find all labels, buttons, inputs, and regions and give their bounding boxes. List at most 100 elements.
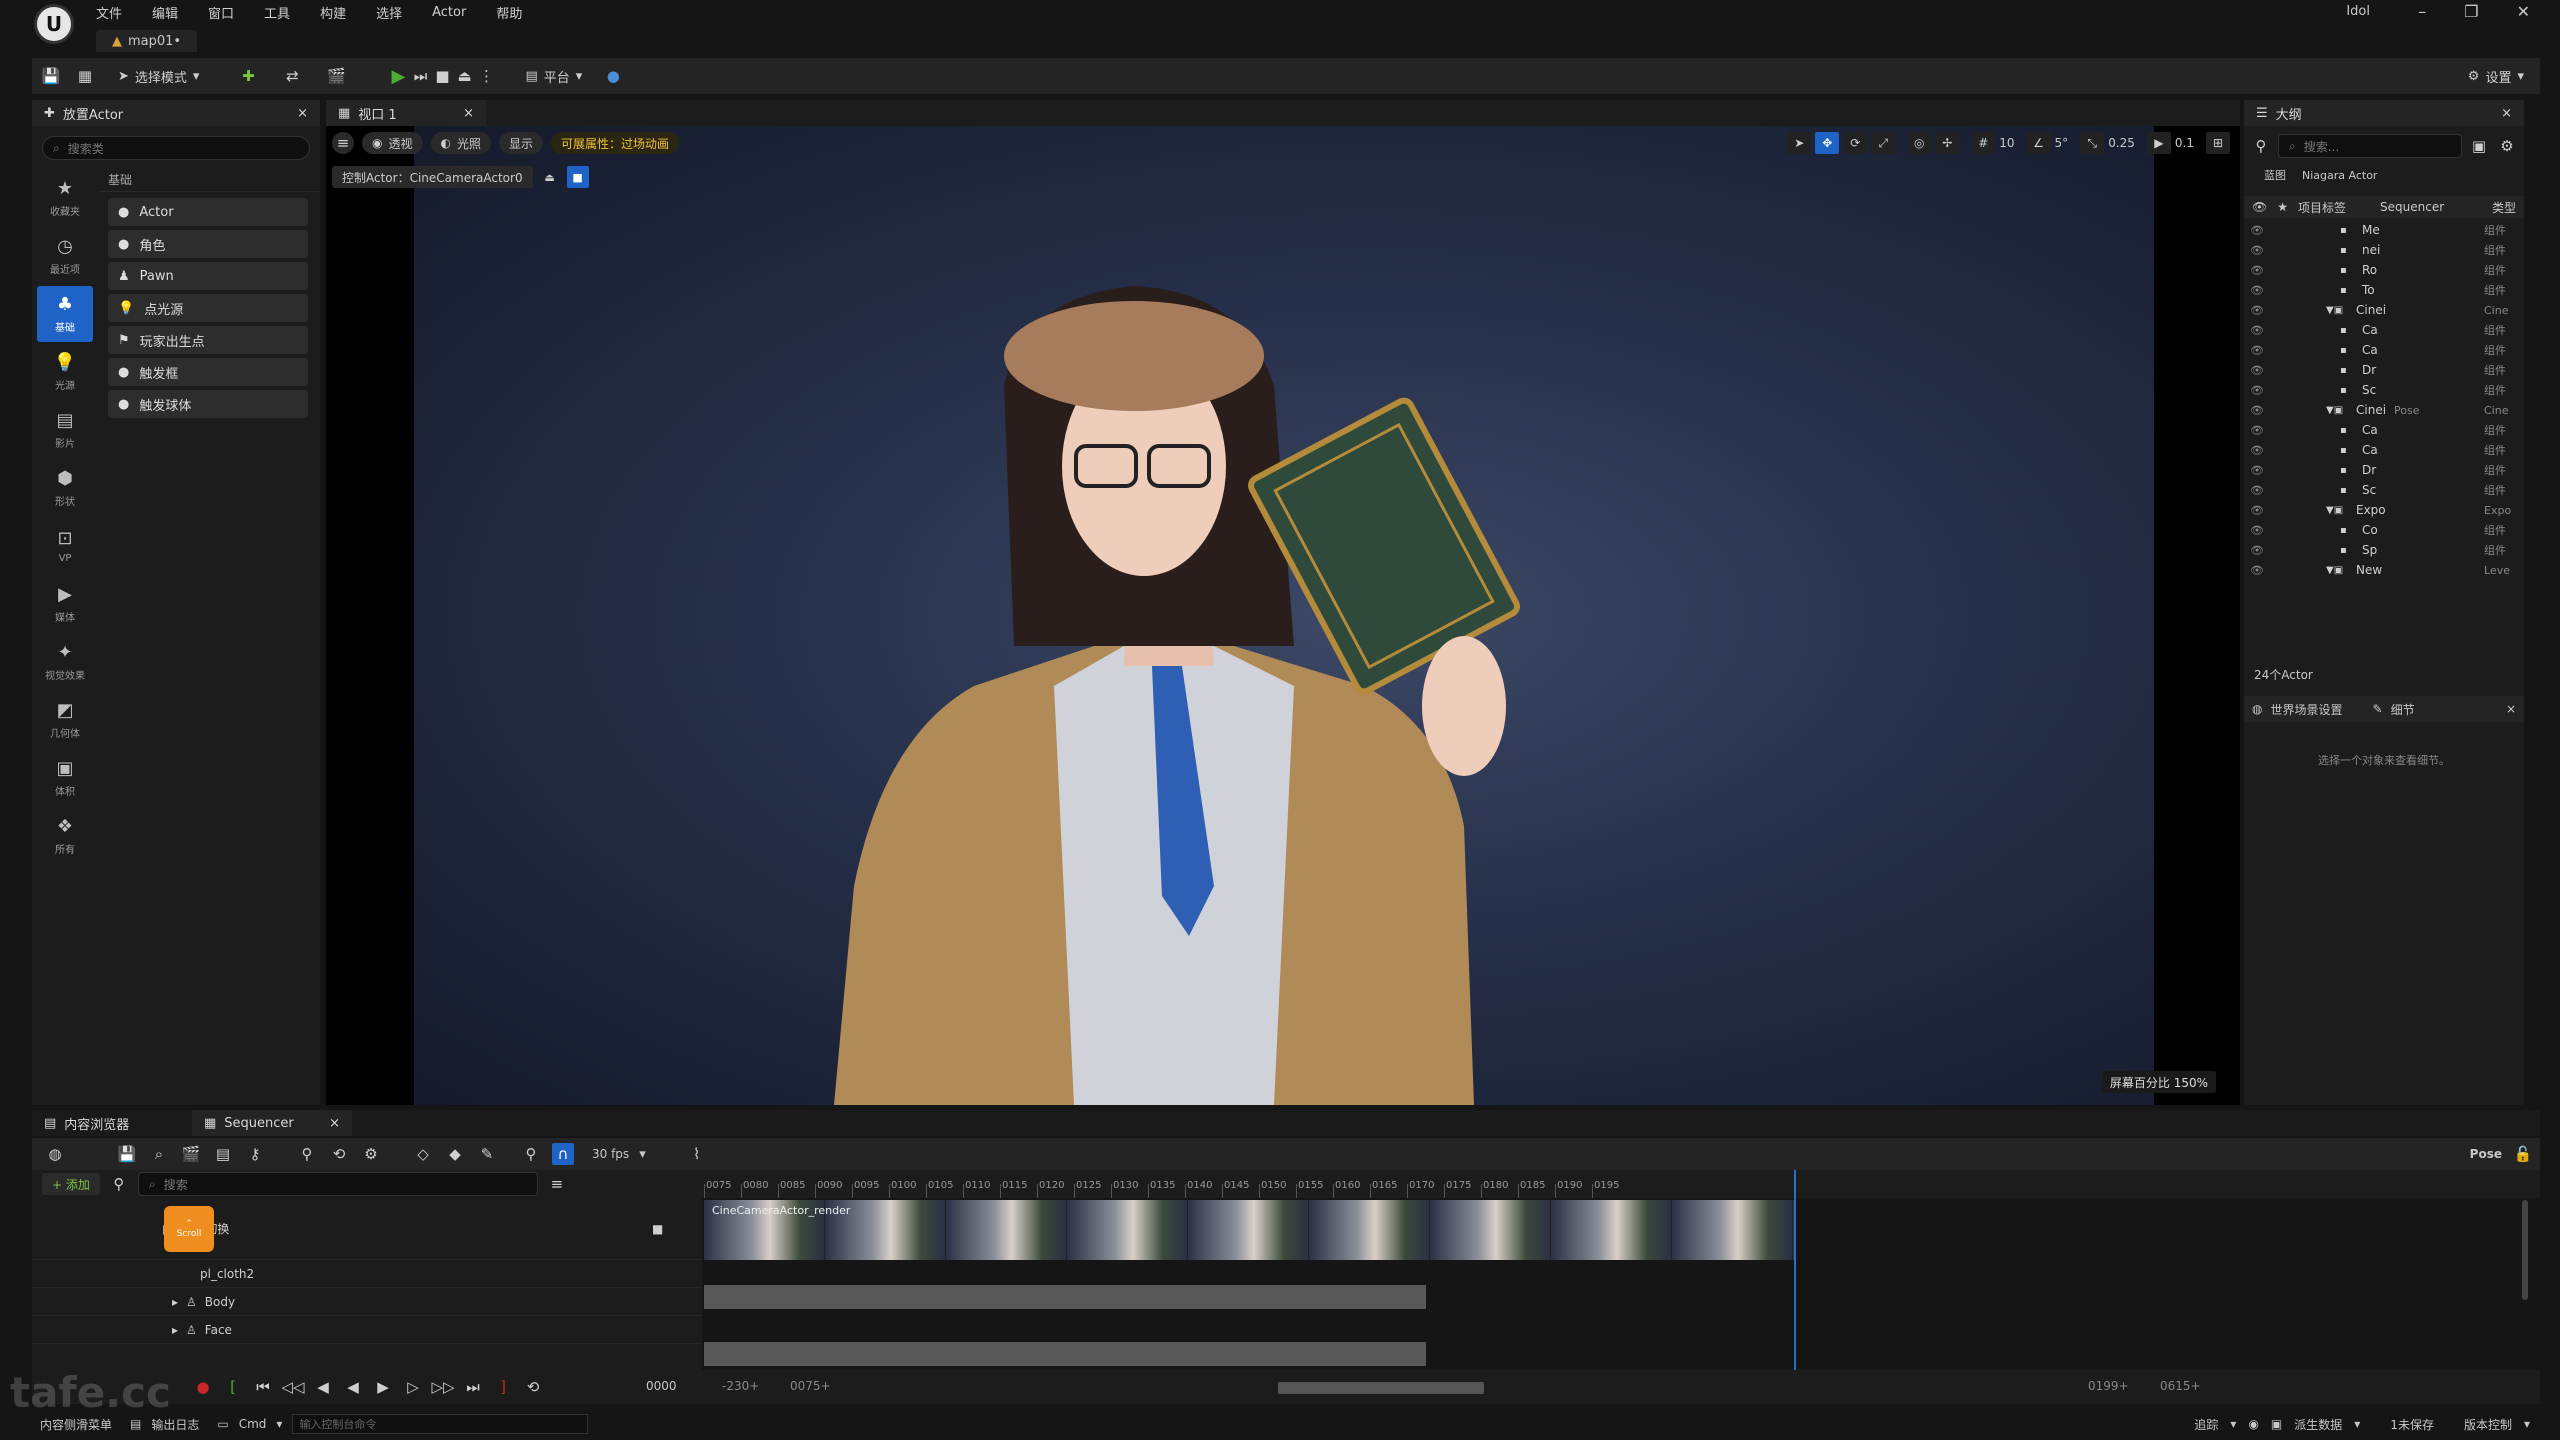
show-button[interactable]: 显示 bbox=[499, 132, 544, 154]
find-icon[interactable]: ⌕ bbox=[148, 1143, 170, 1165]
scale-snap-icon[interactable]: ⤡ bbox=[2080, 132, 2105, 154]
close-icon[interactable]: × bbox=[463, 106, 474, 121]
eye-icon[interactable]: 👁 bbox=[2250, 544, 2264, 557]
cmd-dropdown[interactable]: Cmd bbox=[239, 1417, 267, 1431]
scroll-badge[interactable]: ⌃ Scroll bbox=[164, 1206, 214, 1252]
save-icon[interactable]: 💾 bbox=[40, 65, 62, 87]
platform-button[interactable]: ▤ 平台 ▾ bbox=[517, 62, 590, 90]
viewport-tab[interactable]: ▦ 视口 1 × bbox=[326, 100, 486, 126]
filter-icon[interactable]: ⚲ bbox=[2250, 135, 2272, 157]
sequencer-tab[interactable]: ▦ Sequencer × bbox=[192, 1110, 352, 1136]
subtab-blueprint[interactable]: 蓝图 bbox=[2264, 167, 2286, 183]
actor-item[interactable]: ● 触发球体 bbox=[108, 390, 308, 418]
diamond-icon[interactable]: ◆ bbox=[444, 1143, 466, 1165]
vertical-scrollbar[interactable] bbox=[2522, 1200, 2528, 1300]
subtab-niagara[interactable]: Niagara Actor bbox=[2302, 169, 2377, 182]
place-actors-tab[interactable]: ✚ 放置Actor × bbox=[32, 100, 320, 126]
eye-icon[interactable]: 👁 bbox=[2250, 264, 2264, 277]
derived-data-button[interactable]: 派生数据 bbox=[2294, 1416, 2342, 1433]
close-icon[interactable]: × bbox=[297, 106, 308, 121]
source-control-button[interactable]: 版本控制 bbox=[2464, 1416, 2512, 1433]
category-shapes[interactable]: ⬢ 形状 bbox=[37, 460, 93, 516]
layout-icon[interactable]: ⊞ bbox=[2206, 132, 2230, 154]
outliner-row[interactable]: 👁 ▪ Me 组件 bbox=[2244, 220, 2524, 240]
class-search-input[interactable]: ⌕ 搜索类 bbox=[42, 136, 310, 160]
chevron-right-icon[interactable]: ▸ bbox=[172, 1295, 178, 1309]
actor-item[interactable]: ♟ Pawn bbox=[108, 262, 308, 290]
eye-icon[interactable]: 👁 bbox=[2250, 444, 2264, 457]
category-recent[interactable]: ◷ 最近项 bbox=[37, 228, 93, 284]
grid-snap-icon[interactable]: # bbox=[1971, 132, 1996, 154]
step-back-button[interactable]: ◀ bbox=[312, 1376, 334, 1398]
category-volumes[interactable]: ▣ 体积 bbox=[37, 750, 93, 806]
close-icon[interactable]: × bbox=[2506, 702, 2516, 716]
actor-item[interactable]: ⚑ 玩家出生点 bbox=[108, 326, 308, 354]
rotation-snap-value[interactable]: 5° bbox=[2055, 136, 2069, 150]
perspective-button[interactable]: ◉ 透视 bbox=[362, 132, 423, 154]
globe-icon[interactable]: ● bbox=[602, 65, 624, 87]
view-range-end[interactable]: 0615+ bbox=[2160, 1379, 2201, 1393]
outliner-row[interactable]: 👁 ▪ Dr 组件 bbox=[2244, 360, 2524, 380]
outliner-row[interactable]: 👁 ▪ nei 组件 bbox=[2244, 240, 2524, 260]
minimize-button[interactable]: – bbox=[2418, 2, 2426, 21]
more-icon[interactable]: ⋮ bbox=[475, 65, 497, 87]
grid-snap-value[interactable]: 10 bbox=[1999, 136, 2014, 150]
outliner-row[interactable]: 👁 ▪ To 组件 bbox=[2244, 280, 2524, 300]
select-mode-button[interactable]: ➤ 选择模式 ▾ bbox=[110, 62, 207, 90]
camera-speed-value[interactable]: 0.1 bbox=[2175, 136, 2194, 150]
eye-icon[interactable]: 👁 bbox=[2250, 464, 2264, 477]
eject-icon[interactable]: ⏏ bbox=[539, 166, 561, 188]
unreal-logo-icon[interactable]: U bbox=[34, 4, 74, 44]
track-camera-cuts[interactable]: ▤ 相机切换 ■ ⌃ Scroll bbox=[32, 1198, 702, 1260]
world-icon[interactable]: ◍ bbox=[44, 1143, 66, 1165]
settings-button[interactable]: ⚙ 设置 ▾ bbox=[2460, 62, 2532, 90]
outliner-row[interactable]: 👁 ▼▣ Cinei Cine bbox=[2244, 300, 2524, 320]
track-face[interactable]: ▸ ♙ Face bbox=[32, 1316, 702, 1344]
body-section[interactable] bbox=[704, 1285, 1426, 1309]
eye-icon[interactable]: 👁 bbox=[2250, 504, 2264, 517]
trace-button[interactable]: 追踪 bbox=[2194, 1416, 2218, 1433]
add-actor-icon[interactable]: ✚ bbox=[237, 65, 259, 87]
outliner-row[interactable]: 👁 ▼▣ Cinei Pose Cine bbox=[2244, 400, 2524, 420]
close-icon[interactable]: × bbox=[2501, 106, 2512, 121]
actor-item[interactable]: ● 触发框 bbox=[108, 358, 308, 386]
category-all[interactable]: ❖ 所有 bbox=[37, 808, 93, 864]
category-vp[interactable]: ⊡ VP bbox=[37, 518, 93, 574]
gear-icon[interactable]: ⚙ bbox=[2496, 135, 2518, 157]
menu-select[interactable]: 选择 bbox=[376, 3, 402, 22]
maximize-button[interactable]: ❐ bbox=[2464, 2, 2478, 21]
scale-tool-icon[interactable]: ⤢ bbox=[1871, 132, 1896, 154]
outliner-row[interactable]: 👁 ▪ Ca 组件 bbox=[2244, 320, 2524, 340]
add-track-button[interactable]: + 添加 bbox=[42, 1173, 100, 1195]
eye-icon[interactable]: 👁 bbox=[2250, 404, 2264, 417]
output-log-button[interactable]: 输出日志 bbox=[151, 1416, 199, 1433]
pilot-actor-label[interactable]: 控制Actor：CineCameraActor0 bbox=[332, 166, 533, 188]
menu-build[interactable]: 构建 bbox=[320, 3, 346, 22]
pencil-icon[interactable]: ✎ bbox=[476, 1143, 498, 1165]
eye-icon[interactable]: 👁 bbox=[2250, 564, 2264, 577]
eye-icon[interactable]: 👁 bbox=[2250, 364, 2264, 377]
console-input[interactable]: 输入控制台命令 bbox=[292, 1414, 589, 1434]
outliner-row[interactable]: 👁 ▪ Sp 组件 bbox=[2244, 540, 2524, 560]
eye-icon[interactable]: 👁 bbox=[2250, 344, 2264, 357]
hamburger-icon[interactable]: ≡ bbox=[332, 132, 354, 154]
eye-icon[interactable]: 👁 bbox=[2250, 224, 2264, 237]
save-icon[interactable]: 💾 bbox=[116, 1143, 138, 1165]
eye-icon[interactable]: 👁 bbox=[2250, 304, 2264, 317]
timeline-scrollbar[interactable] bbox=[1278, 1382, 1484, 1394]
jump-end-button[interactable]: ⏭ bbox=[462, 1376, 484, 1398]
category-lights[interactable]: 💡 光源 bbox=[37, 344, 93, 400]
document-tab[interactable]: ▲ map01• bbox=[96, 30, 198, 52]
camera-icon[interactable]: ▣ bbox=[2271, 1417, 2282, 1431]
lit-button[interactable]: ◐ 光照 bbox=[430, 132, 491, 154]
chevron-right-icon[interactable]: ▸ bbox=[172, 1323, 178, 1337]
prev-key-button[interactable]: ◁◁ bbox=[281, 1376, 304, 1398]
details-tab[interactable]: 细节 bbox=[2391, 701, 2415, 718]
record-icon[interactable]: ◉ bbox=[2248, 1417, 2258, 1431]
content-icon[interactable]: ▦ bbox=[74, 65, 96, 87]
camera-icon[interactable]: ■ bbox=[652, 1222, 663, 1236]
sequencer-timeline[interactable]: 0075 0080 0085 0090 0095 0100 0105 0110 0115 0120… bbox=[702, 1170, 2540, 1370]
playback-end-marker[interactable] bbox=[1794, 1170, 1796, 1370]
loop-button[interactable]: ⟲ bbox=[522, 1376, 544, 1398]
keyframe-icon[interactable]: ◇ bbox=[412, 1143, 434, 1165]
